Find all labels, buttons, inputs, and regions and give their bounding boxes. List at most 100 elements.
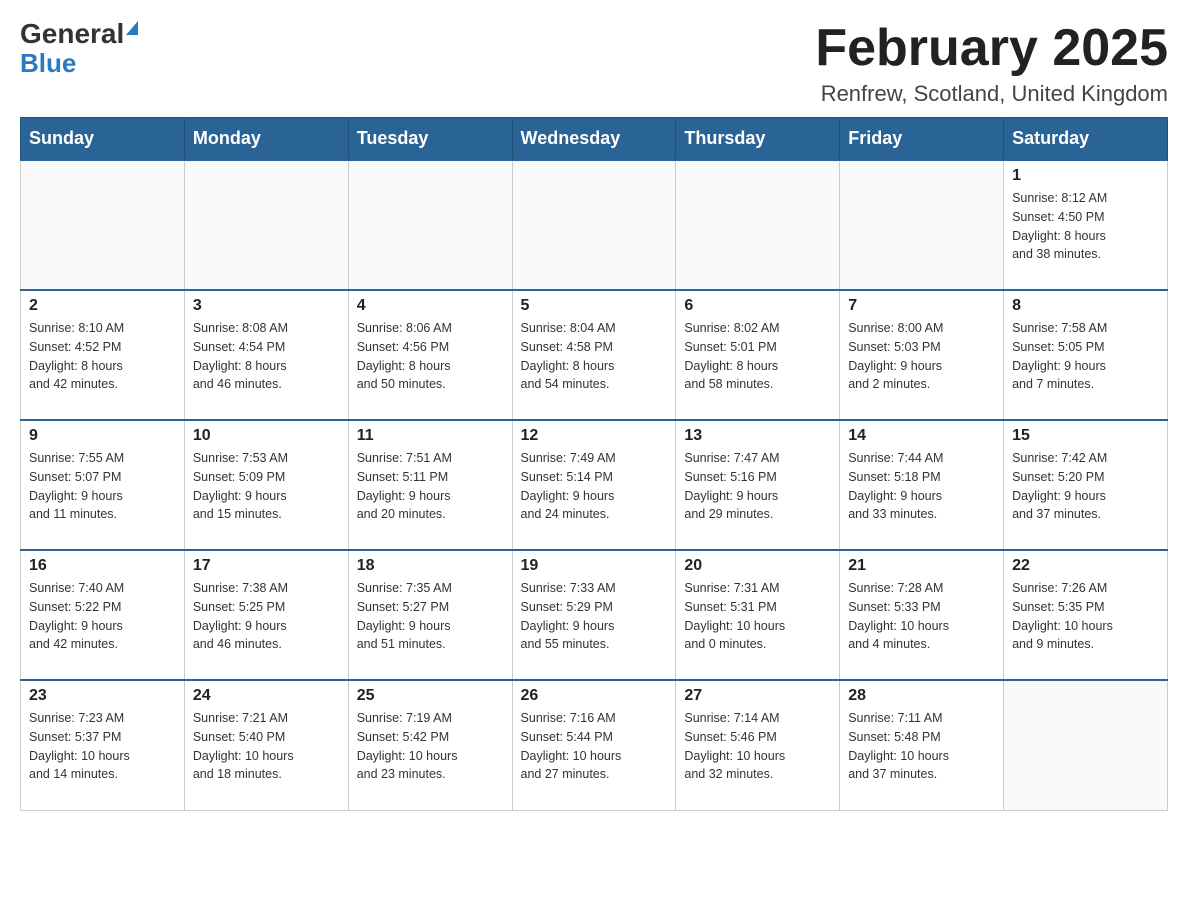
calendar-cell: 11 Sunrise: 7:51 AM Sunset: 5:11 PM Dayli… — [348, 420, 512, 550]
calendar-cell — [840, 160, 1004, 290]
calendar-cell: 8 Sunrise: 7:58 AM Sunset: 5:05 PM Daylig… — [1004, 290, 1168, 420]
calendar-cell: 18Sunrise: 7:35 AM Sunset: 5:27 PM Dayli… — [348, 550, 512, 680]
location-text: Renfrew, Scotland, United Kingdom — [815, 81, 1168, 107]
day-number: 9 — [29, 427, 176, 445]
day-info: Sunrise: 8:04 AM Sunset: 4:58 PM Dayligh… — [521, 319, 668, 394]
day-number: 15 — [1012, 427, 1159, 445]
day-number: 6 — [684, 297, 831, 315]
week-row-3: 9 Sunrise: 7:55 AM Sunset: 5:07 PM Daylig… — [21, 420, 1168, 550]
day-number: 26 — [521, 687, 668, 705]
day-info: Sunrise: 7:51 AM Sunset: 5:11 PM Dayligh… — [357, 449, 504, 524]
week-row-5: 23 Sunrise: 7:23 AM Sunset: 5:37 PM Dayli… — [21, 680, 1168, 810]
calendar-cell — [512, 160, 676, 290]
day-header-monday: Monday — [184, 118, 348, 161]
logo-general-text: General — [20, 20, 124, 48]
calendar-cell: 17 Sunrise: 7:38 AM Sunset: 5:25 PM Dayli… — [184, 550, 348, 680]
day-info: Sunrise: 7:53 AM Sunset: 5:09 PM Dayligh… — [193, 449, 340, 524]
day-info: Sunrise: 7:11 AM Sunset: 5:48 PM Dayligh… — [848, 709, 995, 784]
page-header: General Blue February 2025 Renfrew, Scot… — [20, 20, 1168, 107]
calendar-cell — [21, 160, 185, 290]
day-info: Sunrise: 7:16 AM Sunset: 5:44 PM Dayligh… — [521, 709, 668, 784]
title-section: February 2025 Renfrew, Scotland, United … — [815, 20, 1168, 107]
day-number: 1 — [1012, 167, 1159, 185]
day-info: Sunrise: 7:26 AM Sunset: 5:35 PM Dayligh… — [1012, 579, 1159, 654]
day-number: 17 — [193, 557, 340, 575]
calendar-cell: 27 Sunrise: 7:14 AM Sunset: 5:46 PM Dayli… — [676, 680, 840, 810]
day-info: Sunrise: 7:21 AM Sunset: 5:40 PM Dayligh… — [193, 709, 340, 784]
day-header-saturday: Saturday — [1004, 118, 1168, 161]
calendar-cell: 6 Sunrise: 8:02 AM Sunset: 5:01 PM Daylig… — [676, 290, 840, 420]
day-number: 14 — [848, 427, 995, 445]
day-info: Sunrise: 7:55 AM Sunset: 5:07 PM Dayligh… — [29, 449, 176, 524]
week-row-2: 2Sunrise: 8:10 AM Sunset: 4:52 PM Daylig… — [21, 290, 1168, 420]
calendar-cell — [676, 160, 840, 290]
day-info: Sunrise: 8:00 AM Sunset: 5:03 PM Dayligh… — [848, 319, 995, 394]
day-info: Sunrise: 7:35 AM Sunset: 5:27 PM Dayligh… — [357, 579, 504, 654]
day-number: 8 — [1012, 297, 1159, 315]
calendar-cell: 23 Sunrise: 7:23 AM Sunset: 5:37 PM Dayli… — [21, 680, 185, 810]
day-number: 28 — [848, 687, 995, 705]
calendar-header-row: SundayMondayTuesdayWednesdayThursdayFrid… — [21, 118, 1168, 161]
calendar-cell: 4 Sunrise: 8:06 AM Sunset: 4:56 PM Daylig… — [348, 290, 512, 420]
week-row-1: 1 Sunrise: 8:12 AM Sunset: 4:50 PM Daylig… — [21, 160, 1168, 290]
logo-blue-text: Blue — [20, 50, 76, 76]
day-header-wednesday: Wednesday — [512, 118, 676, 161]
day-info: Sunrise: 8:12 AM Sunset: 4:50 PM Dayligh… — [1012, 189, 1159, 264]
day-header-friday: Friday — [840, 118, 1004, 161]
calendar-cell: 3Sunrise: 8:08 AM Sunset: 4:54 PM Daylig… — [184, 290, 348, 420]
day-info: Sunrise: 8:08 AM Sunset: 4:54 PM Dayligh… — [193, 319, 340, 394]
day-number: 12 — [521, 427, 668, 445]
day-number: 20 — [684, 557, 831, 575]
calendar-cell: 28 Sunrise: 7:11 AM Sunset: 5:48 PM Dayli… — [840, 680, 1004, 810]
day-number: 22 — [1012, 557, 1159, 575]
calendar-cell — [184, 160, 348, 290]
day-info: Sunrise: 8:10 AM Sunset: 4:52 PM Dayligh… — [29, 319, 176, 394]
day-header-sunday: Sunday — [21, 118, 185, 161]
day-info: Sunrise: 7:44 AM Sunset: 5:18 PM Dayligh… — [848, 449, 995, 524]
calendar-table: SundayMondayTuesdayWednesdayThursdayFrid… — [20, 117, 1168, 811]
day-info: Sunrise: 7:38 AM Sunset: 5:25 PM Dayligh… — [193, 579, 340, 654]
month-title: February 2025 — [815, 20, 1168, 77]
calendar-cell — [348, 160, 512, 290]
calendar-cell: 12 Sunrise: 7:49 AM Sunset: 5:14 PM Dayli… — [512, 420, 676, 550]
week-row-4: 16Sunrise: 7:40 AM Sunset: 5:22 PM Dayli… — [21, 550, 1168, 680]
day-number: 23 — [29, 687, 176, 705]
day-info: Sunrise: 7:42 AM Sunset: 5:20 PM Dayligh… — [1012, 449, 1159, 524]
calendar-cell: 25Sunrise: 7:19 AM Sunset: 5:42 PM Dayli… — [348, 680, 512, 810]
day-info: Sunrise: 7:49 AM Sunset: 5:14 PM Dayligh… — [521, 449, 668, 524]
calendar-cell: 9 Sunrise: 7:55 AM Sunset: 5:07 PM Daylig… — [21, 420, 185, 550]
day-info: Sunrise: 8:02 AM Sunset: 5:01 PM Dayligh… — [684, 319, 831, 394]
day-info: Sunrise: 7:14 AM Sunset: 5:46 PM Dayligh… — [684, 709, 831, 784]
day-info: Sunrise: 7:58 AM Sunset: 5:05 PM Dayligh… — [1012, 319, 1159, 394]
logo: General Blue — [20, 20, 138, 76]
calendar-cell: 10 Sunrise: 7:53 AM Sunset: 5:09 PM Dayli… — [184, 420, 348, 550]
calendar-cell: 14 Sunrise: 7:44 AM Sunset: 5:18 PM Dayli… — [840, 420, 1004, 550]
day-info: Sunrise: 7:40 AM Sunset: 5:22 PM Dayligh… — [29, 579, 176, 654]
day-info: Sunrise: 7:47 AM Sunset: 5:16 PM Dayligh… — [684, 449, 831, 524]
day-number: 24 — [193, 687, 340, 705]
calendar-cell: 22 Sunrise: 7:26 AM Sunset: 5:35 PM Dayli… — [1004, 550, 1168, 680]
calendar-cell: 5 Sunrise: 8:04 AM Sunset: 4:58 PM Daylig… — [512, 290, 676, 420]
day-number: 7 — [848, 297, 995, 315]
day-info: Sunrise: 8:06 AM Sunset: 4:56 PM Dayligh… — [357, 319, 504, 394]
day-number: 25 — [357, 687, 504, 705]
calendar-cell: 24 Sunrise: 7:21 AM Sunset: 5:40 PM Dayli… — [184, 680, 348, 810]
day-info: Sunrise: 7:33 AM Sunset: 5:29 PM Dayligh… — [521, 579, 668, 654]
day-header-thursday: Thursday — [676, 118, 840, 161]
calendar-cell: 20Sunrise: 7:31 AM Sunset: 5:31 PM Dayli… — [676, 550, 840, 680]
calendar-cell — [1004, 680, 1168, 810]
day-info: Sunrise: 7:23 AM Sunset: 5:37 PM Dayligh… — [29, 709, 176, 784]
calendar-cell: 13 Sunrise: 7:47 AM Sunset: 5:16 PM Dayli… — [676, 420, 840, 550]
day-number: 4 — [357, 297, 504, 315]
day-number: 10 — [193, 427, 340, 445]
calendar-cell: 7 Sunrise: 8:00 AM Sunset: 5:03 PM Daylig… — [840, 290, 1004, 420]
day-number: 27 — [684, 687, 831, 705]
day-number: 11 — [357, 427, 504, 445]
calendar-cell: 21Sunrise: 7:28 AM Sunset: 5:33 PM Dayli… — [840, 550, 1004, 680]
day-number: 13 — [684, 427, 831, 445]
calendar-cell: 26 Sunrise: 7:16 AM Sunset: 5:44 PM Dayli… — [512, 680, 676, 810]
day-number: 5 — [521, 297, 668, 315]
logo-triangle-icon — [126, 21, 138, 35]
day-number: 21 — [848, 557, 995, 575]
calendar-cell: 2Sunrise: 8:10 AM Sunset: 4:52 PM Daylig… — [21, 290, 185, 420]
